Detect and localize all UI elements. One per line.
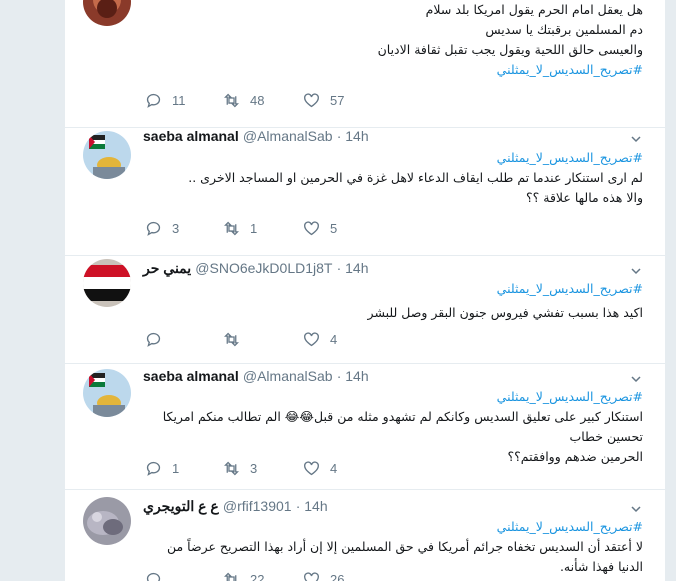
heart-icon (304, 332, 319, 347)
avatar[interactable] (83, 497, 131, 545)
tweet[interactable]: saeba almanal @AlmanalSab · 14h #تصريح_ا… (65, 363, 665, 490)
retweet-icon (224, 332, 239, 347)
reply-button[interactable]: 3 (145, 220, 179, 237)
display-name[interactable]: saeba almanal (143, 368, 239, 384)
reply-icon (146, 93, 161, 108)
hashtag-link[interactable]: #تصريح_السديس_لا_يمثلني (143, 387, 643, 407)
avatar[interactable] (83, 259, 131, 307)
hashtag-link[interactable]: #تصريح_السديس_لا_يمثلني (143, 279, 643, 299)
hashtag-link[interactable]: #تصريح_السديس_لا_يمثلني (143, 148, 643, 168)
like-button[interactable]: 5 (303, 220, 337, 237)
user-handle[interactable]: @AlmanalSab (243, 128, 333, 144)
avatar[interactable] (83, 369, 131, 417)
tweet-text: #تصريح_السديس_لا_يمثلني اكيد هذا بسبب تف… (143, 279, 643, 323)
user-handle[interactable]: @AlmanalSab (243, 368, 333, 384)
tweet-line: هل يعقل امام الحرم يقول امريكا بلد سلام (425, 2, 643, 17)
retweet-button[interactable]: 3 (223, 460, 257, 477)
tweet-header: ع ع التويجري @rfif13901 · 14h (143, 498, 328, 515)
like-count: 4 (330, 332, 338, 347)
chevron-down-icon[interactable] (631, 374, 641, 384)
retweet-button[interactable]: 22 (223, 571, 264, 581)
retweet-icon (224, 221, 239, 236)
like-button[interactable]: 57 (303, 92, 344, 109)
heart-icon (304, 221, 319, 236)
timeline: هل يعقل امام الحرم يقول امريكا بلد سلام … (64, 0, 666, 581)
chevron-down-icon[interactable] (631, 134, 641, 144)
tweet-header: saeba almanal @AlmanalSab · 14h (143, 368, 369, 385)
tweet-text: #تصريح_السديس_لا_يمثلني لم ارى استنكار ع… (143, 148, 643, 208)
timestamp[interactable]: · 14h (337, 128, 369, 144)
user-handle[interactable]: @rfif13901 (223, 498, 292, 514)
reply-button[interactable] (145, 571, 172, 581)
reply-icon (146, 332, 161, 347)
retweet-icon (224, 93, 239, 108)
tweet[interactable]: هل يعقل امام الحرم يقول امريكا بلد سلام … (65, 0, 665, 128)
tweet-line: دم المسلمين برقبتك يا سديس (485, 22, 643, 37)
retweet-button[interactable]: 48 (223, 92, 264, 109)
timestamp[interactable]: · 14h (296, 498, 328, 514)
heart-icon (304, 93, 319, 108)
reply-count: 1 (172, 461, 180, 476)
heart-icon (304, 572, 319, 581)
heart-icon (304, 461, 319, 476)
reply-count: 3 (172, 221, 180, 236)
reply-icon (146, 461, 161, 476)
retweet-count: 22 (250, 572, 265, 581)
avatar[interactable] (83, 0, 131, 26)
hashtag-link[interactable]: #تصريح_السديس_لا_يمثلني (143, 517, 643, 537)
tweet[interactable]: يمني حر @SNO6eJkD0LD1j8T · 14h #تصريح_ال… (65, 255, 665, 364)
tweet-text: #تصريح_السديس_لا_يمثلني استنكار كبير على… (143, 387, 643, 467)
timestamp[interactable]: · 14h (337, 260, 369, 276)
reply-count: 11 (172, 93, 186, 108)
display-name[interactable]: ع ع التويجري (143, 498, 219, 514)
display-name[interactable]: saeba almanal (143, 128, 239, 144)
hashtag-link[interactable]: #تصريح_السديس_لا_يمثلني (143, 60, 643, 80)
like-count: 57 (330, 93, 345, 108)
retweet-button[interactable]: 1 (223, 220, 257, 237)
like-button[interactable]: 4 (303, 460, 337, 477)
display-name[interactable]: يمني حر (143, 260, 191, 276)
like-button[interactable]: 26 (303, 571, 344, 581)
retweet-icon (224, 461, 239, 476)
chevron-down-icon[interactable] (631, 504, 641, 514)
tweet[interactable]: ع ع التويجري @rfif13901 · 14h #تصريح_الس… (65, 489, 665, 581)
tweet-line: اكيد هذا بسبب تفشي فيروس جنون البقر وصل … (367, 305, 643, 320)
like-button[interactable]: 4 (303, 331, 337, 348)
retweet-count: 3 (250, 461, 258, 476)
tweet-header: يمني حر @SNO6eJkD0LD1j8T · 14h (143, 260, 369, 277)
avatar[interactable] (83, 131, 131, 179)
retweet-icon (224, 572, 237, 581)
tweet-text: #تصريح_السديس_لا_يمثلني لا أعتقد أن السد… (143, 517, 643, 577)
tweet-header: saeba almanal @AlmanalSab · 14h (143, 128, 369, 145)
reply-button[interactable]: 11 (145, 92, 186, 109)
tweet[interactable]: saeba almanal @AlmanalSab · 14h #تصريح_ا… (65, 127, 665, 256)
like-count: 26 (330, 572, 345, 581)
user-handle[interactable]: @SNO6eJkD0LD1j8T (195, 260, 332, 276)
reply-icon (146, 221, 161, 236)
retweet-count: 1 (250, 221, 258, 236)
like-count: 5 (330, 221, 338, 236)
retweet-button[interactable] (223, 331, 250, 348)
tweet-line: والا هذه مالها علاقة ؟؟ (526, 190, 643, 205)
timestamp[interactable]: · 14h (337, 368, 369, 384)
tweet-line: استنكار كبير على تعليق السديس وكانكم لم … (162, 409, 643, 444)
reply-button[interactable] (145, 331, 172, 348)
tweet-line: الحرمين ضدهم ووافقتم؟؟ (507, 449, 643, 464)
reply-icon (146, 572, 161, 581)
retweet-count: 48 (250, 93, 265, 108)
tweet-line: لا أعتقد أن السديس تخفاه جرائم أمريكا في… (167, 539, 643, 574)
tweet-text: هل يعقل امام الحرم يقول امريكا بلد سلام … (143, 0, 643, 80)
reply-button[interactable]: 1 (145, 460, 179, 477)
chevron-down-icon[interactable] (631, 266, 641, 276)
like-count: 4 (330, 461, 338, 476)
tweet-line: لم ارى استنكار عندما تم طلب ايقاف الدعاء… (188, 170, 643, 185)
tweet-line: والعيسى حالق اللحية ويقول يجب تقبل ثقافة… (377, 42, 643, 57)
